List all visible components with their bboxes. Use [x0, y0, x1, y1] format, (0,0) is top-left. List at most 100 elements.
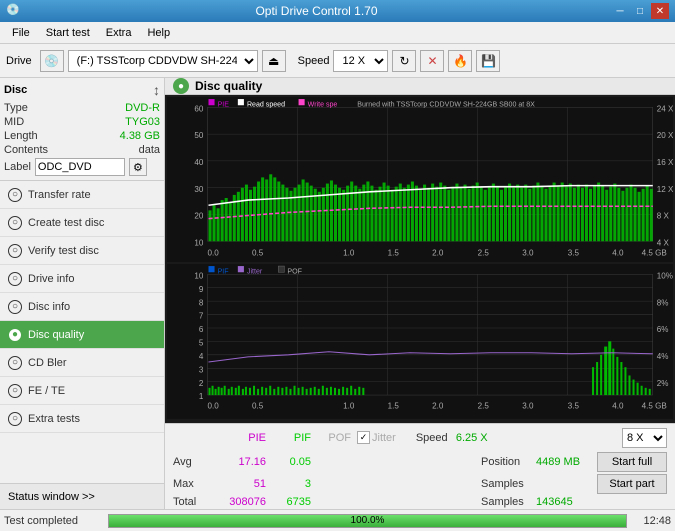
sidebar-item-drive-info[interactable]: ○ Drive info: [0, 265, 164, 293]
svg-text:0.5: 0.5: [252, 249, 264, 258]
start-part-button[interactable]: Start part: [597, 474, 667, 494]
speed-dropdown[interactable]: 8 X: [622, 428, 667, 448]
speed-stat-label: Speed: [416, 432, 456, 444]
drive-label: Drive: [6, 55, 32, 67]
svg-text:2.5: 2.5: [478, 249, 490, 258]
status-text: Test completed: [4, 515, 104, 527]
drive-info-icon: ○: [8, 272, 22, 286]
svg-text:POF: POF: [287, 267, 302, 275]
pie-chart-container: 60 50 40 30 20 10 24 X 20 X 16 X 12 X 8 …: [167, 97, 673, 262]
svg-text:PIF: PIF: [218, 267, 230, 275]
svg-text:2%: 2%: [657, 379, 669, 388]
pie-chart: 60 50 40 30 20 10 24 X 20 X 16 X 12 X 8 …: [167, 97, 673, 262]
disc-label-row: Label ⚙: [4, 158, 160, 176]
burn-button[interactable]: 🔥: [448, 50, 472, 72]
total-samples: 143645: [536, 496, 573, 508]
svg-text:4.0: 4.0: [612, 249, 624, 258]
label-gear-button[interactable]: ⚙: [129, 158, 147, 176]
disc-quality-icon: ●: [8, 328, 22, 342]
svg-text:2.0: 2.0: [432, 401, 444, 410]
svg-text:6%: 6%: [657, 325, 669, 334]
svg-text:20 X: 20 X: [657, 131, 673, 140]
svg-text:4%: 4%: [657, 352, 669, 361]
menu-help[interactable]: Help: [139, 25, 178, 41]
speed-select[interactable]: 12 X: [333, 50, 388, 72]
start-full-button[interactable]: Start full: [597, 452, 667, 472]
svg-text:2: 2: [199, 379, 204, 388]
menu-start-test[interactable]: Start test: [38, 25, 98, 41]
maximize-button[interactable]: □: [631, 3, 649, 19]
svg-text:60: 60: [194, 104, 203, 113]
pie-header: PIE: [211, 432, 266, 444]
speed-label: Speed: [298, 55, 330, 67]
avg-pie: 17.16: [211, 456, 266, 468]
svg-text:16 X: 16 X: [657, 158, 673, 167]
disc-row-type: Type DVD-R: [4, 102, 160, 114]
refresh-button[interactable]: ↻: [392, 50, 416, 72]
jitter-label: Jitter: [372, 432, 396, 444]
svg-text:0.5: 0.5: [252, 401, 264, 410]
verify-test-disc-icon: ○: [8, 244, 22, 258]
disc-quality-header-icon: ●: [173, 78, 189, 94]
svg-text:4 X: 4 X: [657, 238, 670, 247]
pif-chart-container: 10 9 8 7 6 5 4 3 2 1 10% 8% 6% 4% 2%: [167, 264, 673, 419]
drive-select[interactable]: (F:) TSSTcorp CDDVDW SH-224GB SB00: [68, 50, 258, 72]
sidebar-item-verify-test-disc[interactable]: ○ Verify test disc: [0, 237, 164, 265]
sidebar: Disc ↕ Type DVD-R MID TYG03 Length 4.38 …: [0, 78, 165, 509]
sidebar-item-disc-info[interactable]: ○ Disc info: [0, 293, 164, 321]
jitter-check-container: ✓ Jitter: [357, 431, 396, 444]
svg-text:1.0: 1.0: [343, 249, 355, 258]
svg-text:Burned with TSSTcorp CDDVDW SH: Burned with TSSTcorp CDDVDW SH-224GB SB0…: [357, 100, 535, 108]
svg-text:3.5: 3.5: [568, 249, 580, 258]
svg-text:1: 1: [199, 392, 204, 401]
samples-label: Samples: [481, 478, 536, 490]
extra-tests-icon: ○: [8, 412, 22, 426]
sidebar-item-fe-te[interactable]: ○ FE / TE: [0, 377, 164, 405]
menu-extra[interactable]: Extra: [98, 25, 140, 41]
disc-title: Disc: [4, 84, 27, 96]
create-test-disc-icon: ○: [8, 216, 22, 230]
sidebar-item-create-test-disc[interactable]: ○ Create test disc: [0, 209, 164, 237]
save-button[interactable]: 💾: [476, 50, 500, 72]
svg-text:PIE: PIE: [218, 100, 230, 108]
pif-chart: 10 9 8 7 6 5 4 3 2 1 10% 8% 6% 4% 2%: [167, 264, 673, 419]
svg-text:7: 7: [199, 312, 204, 321]
disc-quality-header: ● Disc quality: [165, 78, 675, 95]
erase-button[interactable]: ✕: [420, 50, 444, 72]
svg-text:3.0: 3.0: [522, 249, 534, 258]
svg-text:4.5 GB: 4.5 GB: [642, 249, 668, 258]
jitter-checkbox[interactable]: ✓: [357, 431, 370, 444]
svg-text:4.5 GB: 4.5 GB: [642, 401, 668, 410]
svg-text:1.0: 1.0: [343, 401, 355, 410]
avg-pif: 0.05: [266, 456, 311, 468]
minimize-button[interactable]: ─: [611, 3, 629, 19]
total-samples-label: Samples: [481, 496, 536, 508]
sidebar-menu: ○ Transfer rate ○ Create test disc ○ Ver…: [0, 181, 164, 483]
menu-file[interactable]: File: [4, 25, 38, 41]
total-label: Total: [173, 496, 211, 508]
sidebar-item-extra-tests[interactable]: ○ Extra tests: [0, 405, 164, 433]
stats-header-row: PIE PIF POF ✓ Jitter Speed 6.25 X 8 X: [173, 428, 667, 448]
svg-text:Write spe: Write spe: [308, 100, 338, 108]
sidebar-item-cd-bler[interactable]: ○ CD Bler: [0, 349, 164, 377]
main-layout: Disc ↕ Type DVD-R MID TYG03 Length 4.38 …: [0, 78, 675, 509]
sidebar-item-disc-quality[interactable]: ● Disc quality: [0, 321, 164, 349]
drive-icon: 💿: [40, 50, 64, 72]
close-button[interactable]: ✕: [651, 3, 669, 19]
svg-text:Read speed: Read speed: [247, 100, 285, 108]
svg-text:10%: 10%: [657, 271, 673, 280]
eject-button[interactable]: ⏏: [262, 50, 286, 72]
svg-text:30: 30: [194, 185, 203, 194]
label-input[interactable]: [35, 158, 125, 176]
toolbar: Drive 💿 (F:) TSSTcorp CDDVDW SH-224GB SB…: [0, 44, 675, 78]
sidebar-item-transfer-rate[interactable]: ○ Transfer rate: [0, 181, 164, 209]
disc-arrow[interactable]: ↕: [153, 82, 160, 98]
status-window-button[interactable]: Status window >>: [0, 483, 164, 509]
max-pif: 3: [266, 478, 311, 490]
svg-text:4.0: 4.0: [612, 401, 624, 410]
disc-row-length: Length 4.38 GB: [4, 130, 160, 142]
svg-text:8: 8: [199, 298, 204, 307]
avg-position: 4489 MB: [536, 456, 580, 468]
svg-text:24 X: 24 X: [657, 104, 673, 113]
svg-text:0.0: 0.0: [207, 249, 219, 258]
